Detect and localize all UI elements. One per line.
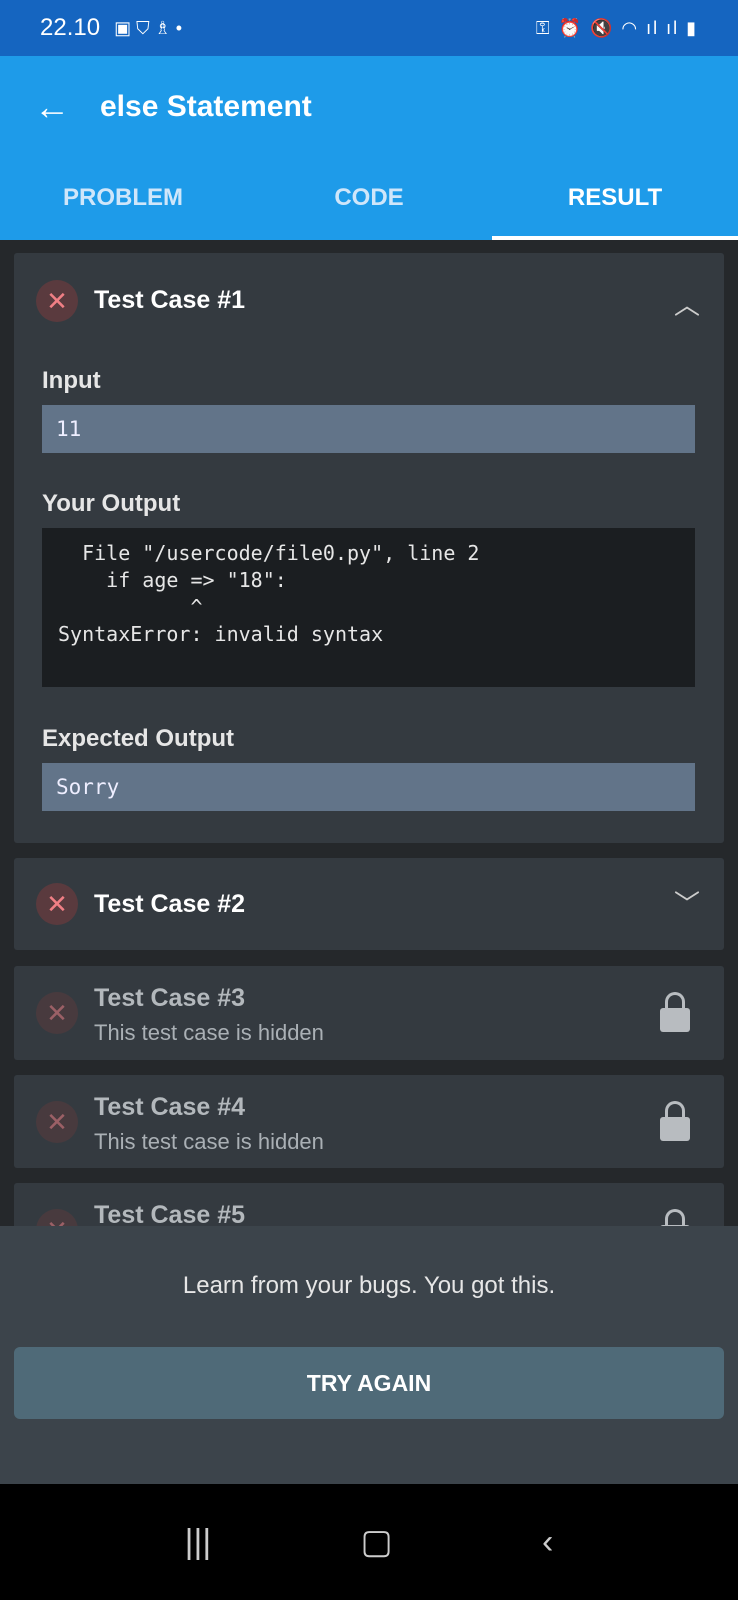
chevron-down-icon[interactable]: ﹀ — [674, 884, 700, 921]
clock: 22.10 — [40, 14, 101, 41]
chevron-up-icon[interactable]: ︿ — [674, 285, 700, 322]
test-case-title: Test Case #2 — [94, 890, 246, 918]
notification-icons: ▣ ⛉ ♗ • — [114, 17, 183, 38]
back-icon[interactable]: ‹ — [542, 1523, 553, 1562]
tab-result[interactable]: RESULT — [492, 168, 738, 240]
fail-icon: ✕ — [36, 883, 78, 925]
tab-bar: PROBLEM CODE RESULT — [0, 168, 738, 240]
result-footer: Learn from your bugs. You got this. TRY … — [0, 1226, 738, 1484]
test-case-1: ✕ Test Case #1 ︿ Input 11 Your Output Fi… — [14, 253, 724, 843]
recents-icon[interactable]: ||| — [185, 1523, 212, 1562]
input-label: Input — [42, 367, 101, 394]
fail-icon: ✕ — [36, 1101, 78, 1143]
status-bar: 22.10 ▣ ⛉ ♗ • ⚿ ⏰ 🔇 ◠ ıl ıl ▮ — [0, 0, 738, 56]
encouragement-message: Learn from your bugs. You got this. — [182, 1272, 556, 1299]
expected-output-label: Expected Output — [42, 725, 235, 752]
system-icons: ⚿ ⏰ 🔇 ◠ ıl ıl ▮ — [535, 17, 698, 38]
fail-icon: ✕ — [36, 280, 78, 322]
back-arrow-icon[interactable]: ← — [34, 86, 70, 128]
hidden-note: This test case is hidden — [94, 1129, 324, 1154]
test-case-title: Test Case #4 — [94, 1093, 246, 1121]
home-icon[interactable]: ▢ — [361, 1522, 393, 1562]
page-title: else Statement — [100, 90, 312, 123]
expected-output-value: Sorry — [42, 763, 695, 811]
hidden-note: This test case is hidden — [94, 1020, 324, 1045]
test-case-4: ✕ Test Case #4 This test case is hidden — [14, 1075, 724, 1168]
your-output-label: Your Output — [42, 490, 181, 517]
app-bar: ← else Statement PROBLEM CODE RESULT — [0, 56, 738, 240]
input-value: 11 — [42, 405, 695, 453]
test-case-title: Test Case #3 — [94, 984, 246, 1012]
tab-problem[interactable]: PROBLEM — [0, 168, 246, 240]
test-case-3: ✕ Test Case #3 This test case is hidden — [14, 966, 724, 1060]
fail-icon: ✕ — [36, 992, 78, 1034]
test-case-2[interactable]: ✕ Test Case #2 ﹀ — [14, 858, 724, 950]
navigation-bar: ||| ▢ ‹ — [0, 1484, 738, 1600]
tab-code[interactable]: CODE — [246, 168, 492, 240]
lock-icon — [660, 992, 690, 1032]
test-case-title[interactable]: Test Case #1 — [94, 286, 245, 315]
try-again-button[interactable]: TRY AGAIN — [14, 1347, 724, 1419]
your-output-value: File "/usercode/file0.py", line 2 if age… — [42, 528, 695, 687]
lock-icon — [660, 1101, 690, 1141]
